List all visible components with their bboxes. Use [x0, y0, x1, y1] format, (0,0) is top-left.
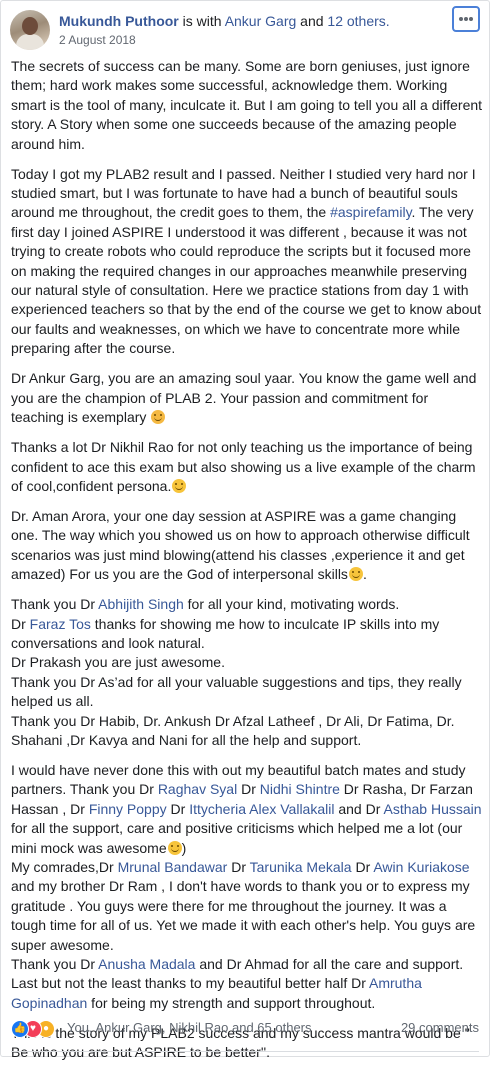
hashtag-link[interactable]: #aspirefamily: [330, 204, 411, 220]
post-footer: ● ♥ 👍 You, Ankur Garg, Nikhil Rao and 65…: [11, 1017, 479, 1045]
text-segment: and Dr: [334, 800, 384, 817]
text-segment: Thank you Dr As’ad for all your valuable…: [11, 673, 462, 710]
mention-ittycheria-alex-vallakalil[interactable]: Ittycheria Alex Vallakalil: [189, 801, 334, 817]
mention-asthab-hussain[interactable]: Asthab Hussain: [383, 801, 481, 817]
avatar-head: [22, 17, 38, 35]
mention-raghav-syal[interactable]: Raghav Syal: [158, 781, 237, 797]
text-segment: and Dr Ahmad for all the care and suppor…: [195, 956, 464, 973]
post-header: Mukundh Puthoor is with Ankur Garg and 1…: [10, 6, 480, 50]
text-segment: for being my strength and support throug…: [87, 994, 376, 1011]
paragraph-result: Today I got my PLAB2 result and I passed…: [11, 165, 483, 359]
text-segment: for all your kind, motivating words.: [183, 596, 400, 613]
more-options-button[interactable]: [452, 6, 480, 32]
smiling-emoji-icon: [172, 478, 187, 493]
paragraph-teachers: Thank you Dr Abhijith Singh for all your…: [11, 595, 483, 750]
smiling-emoji-icon: [348, 567, 363, 582]
mention-abhijith-singh[interactable]: Abhijith Singh: [98, 596, 184, 612]
poster-name[interactable]: Mukundh Puthoor: [59, 13, 179, 29]
paragraph-ankur: Dr Ankur Garg, you are an amazing soul y…: [11, 369, 483, 427]
paragraph-aman: Dr. Aman Arora, your one day session at …: [11, 507, 470, 583]
text-segment: My comrades,Dr: [11, 859, 118, 875]
mention-nidhi-shintre[interactable]: Nidhi Shintre: [260, 781, 340, 797]
text-segment: Dr: [237, 781, 260, 798]
text-segment: Thank you Dr: [11, 956, 99, 973]
post-card: Mukundh Puthoor is with Ankur Garg and 1…: [0, 0, 490, 1060]
text-segment: Dr: [351, 859, 374, 875]
tagged-person[interactable]: Ankur Garg: [225, 13, 297, 29]
smiling-emoji-icon: [167, 840, 182, 855]
with-text: is with: [182, 13, 222, 29]
reactions-summary[interactable]: You, Ankur Garg, Nikhil Rao and 65 other…: [67, 1020, 312, 1035]
avatar-body: [16, 34, 44, 50]
post-body: The secrets of success can be many. Some…: [11, 57, 483, 1073]
like-reaction-icon: 👍: [11, 1020, 29, 1038]
paragraph-batchmates: I would have never done this with out my…: [11, 761, 483, 1013]
smiling-emoji-icon: [151, 410, 166, 425]
comments-count[interactable]: 29 comments: [401, 1020, 479, 1035]
text-segment: for all the support, care and positive c…: [11, 820, 463, 856]
mention-tarunika-mekala[interactable]: Tarunika Mekala: [250, 859, 352, 875]
and-text: and: [300, 13, 324, 29]
text-segment: ): [181, 839, 187, 856]
text-segment: Dr. Aman Arora, your one day session at …: [11, 507, 470, 583]
mention-anusha-madala[interactable]: Anusha Madala: [98, 956, 195, 972]
paragraph-nikhil: Thanks a lot Dr Nikhil Rao for not only …: [11, 438, 483, 496]
more-dot-icon: [459, 17, 463, 21]
footer-divider: [11, 1051, 479, 1052]
text-segment: Dr Ankur Garg, you are an amazing soul y…: [11, 370, 477, 426]
mention-mrunal-bandawar[interactable]: Mrunal Bandawar: [118, 859, 228, 875]
others-link[interactable]: 12 others.: [327, 13, 389, 29]
paragraph-intro: The secrets of success can be many. Some…: [11, 58, 483, 152]
text-segment: . The very first day I joined ASPIRE I u…: [11, 204, 482, 357]
text-segment: Dr: [227, 859, 250, 875]
poster-line: Mukundh Puthoor is with Ankur Garg and 1…: [59, 12, 390, 30]
text-segment: Last but not the least thanks to my beau…: [11, 975, 369, 992]
more-dot-icon: [469, 17, 473, 21]
text-segment: Thank you Dr Habib, Dr. Ankush Dr Afzal …: [11, 712, 455, 748]
text-segment: Dr: [11, 615, 30, 632]
more-dot-icon: [464, 17, 468, 21]
mention-finny-poppy[interactable]: Finny Poppy: [89, 801, 167, 817]
avatar[interactable]: [10, 10, 50, 50]
text-segment: Thanks a lot Dr Nikhil Rao for not only …: [11, 439, 476, 494]
text-segment: Dr Prakash you are just awesome.: [11, 654, 225, 671]
reaction-icons[interactable]: ● ♥ 👍: [11, 1020, 63, 1038]
text-segment: and my brother Dr Ram , I don't have wor…: [11, 878, 476, 953]
mention-faraz-tos[interactable]: Faraz Tos: [30, 616, 91, 632]
text-segment: Thank you Dr: [11, 596, 99, 613]
mention-awin-kuriakose[interactable]: Awin Kuriakose: [373, 859, 469, 875]
text-segment: Dr: [166, 800, 190, 817]
post-date[interactable]: 2 August 2018: [59, 33, 136, 47]
